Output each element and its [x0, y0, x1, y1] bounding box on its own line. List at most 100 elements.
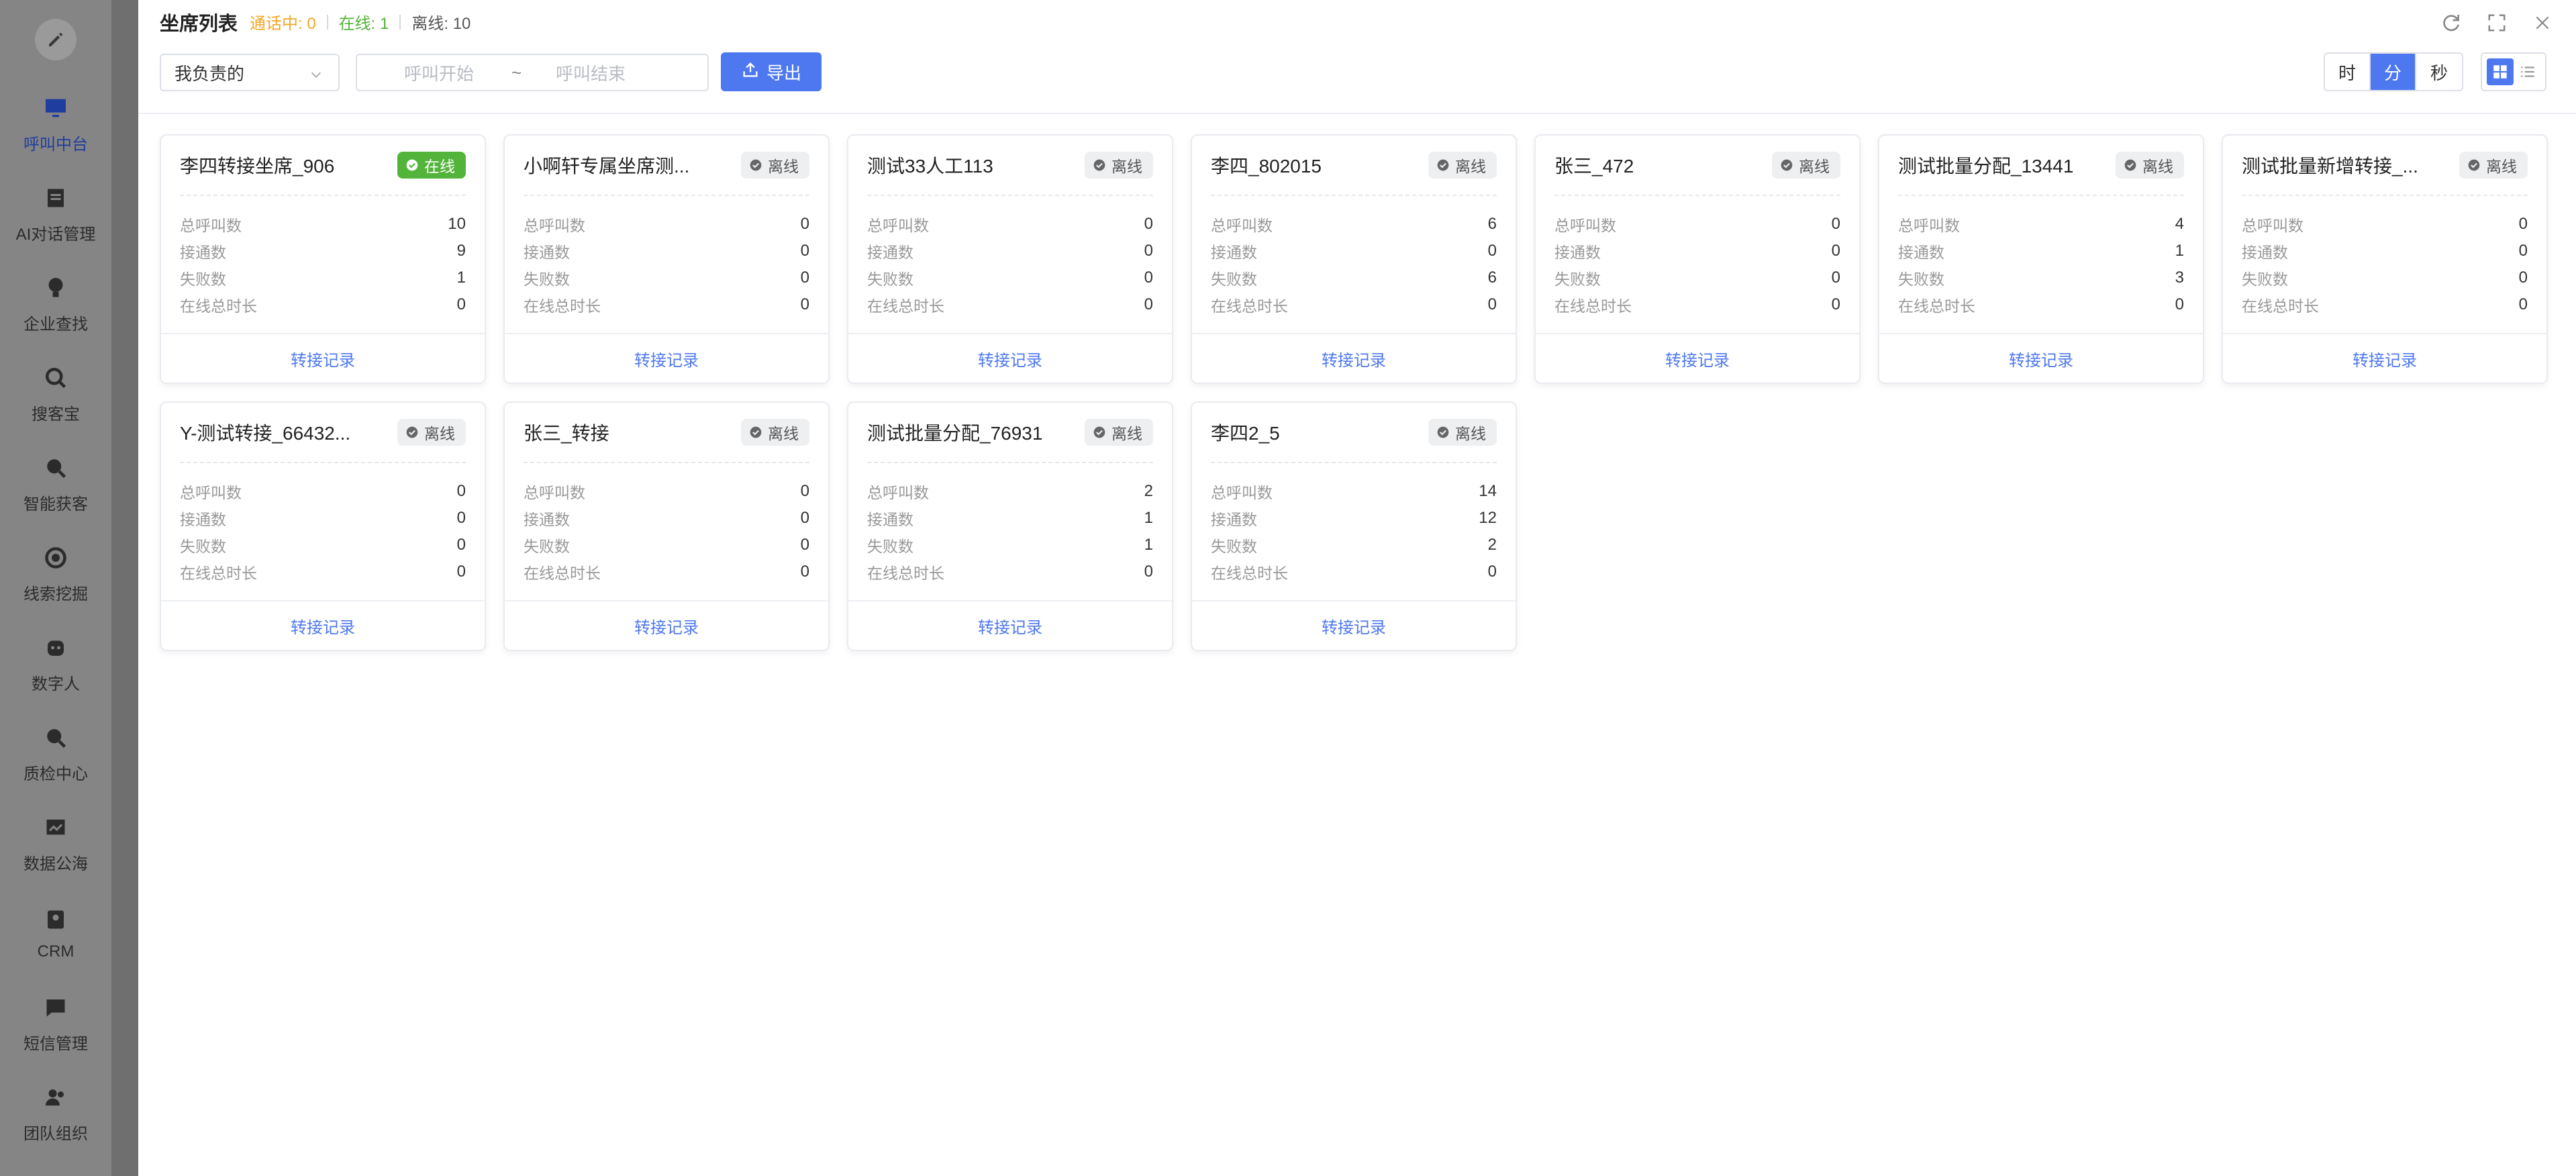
- sidebar-item-soukebao[interactable]: 搜客宝: [0, 349, 111, 439]
- call-start-input[interactable]: 呼叫开始: [404, 60, 474, 85]
- stat-label: 接通数: [1211, 511, 1257, 528]
- check-circle-icon: [1436, 426, 1450, 439]
- agent-name: 李四转接坐席_906: [180, 156, 335, 177]
- stat-connected: 接通数 0: [524, 238, 809, 264]
- transfer-record-link[interactable]: 转接记录: [848, 333, 1172, 383]
- call-date-range[interactable]: 呼叫开始 ~ 呼叫结束: [356, 54, 709, 91]
- transfer-record-link[interactable]: 转接记录: [1192, 600, 1516, 650]
- sidebar-item-smart-acquire[interactable]: 智能获客: [0, 439, 111, 529]
- sidebar-item-team[interactable]: 团队组织: [0, 1069, 111, 1159]
- stat-online-time: 在线总时长 0: [1554, 291, 1840, 318]
- export-button-label: 导出: [766, 62, 801, 83]
- stat-online-time: 在线总时长 0: [2242, 291, 2528, 318]
- stat-failed: 失败数 1: [180, 264, 466, 291]
- stat-value: 0: [1144, 295, 1153, 313]
- status-badge-label: 离线: [2142, 158, 2173, 175]
- unit-hour[interactable]: 时: [2325, 54, 2371, 90]
- stat-label: 接通数: [524, 244, 570, 261]
- agent-stats: 总呼叫数 0 接通数 0 失败数 0 在线总时长 0: [524, 211, 809, 318]
- stat-label: 总呼叫数: [867, 217, 929, 234]
- chart-icon: [42, 814, 69, 841]
- agent-card: 李四_802015 离线 总呼叫数 6 接通数 0 失败数 6 在线总时长 0 转接记录: [1191, 134, 1517, 384]
- agent-card-header: 李四2_5 离线: [1211, 403, 1497, 463]
- stat-value: 0: [1831, 295, 1840, 313]
- sidebar-item-qa-center[interactable]: 质检中心: [0, 709, 111, 799]
- agent-name: 测试批量分配_76931: [867, 423, 1043, 444]
- sidebar-item-digital-human[interactable]: 数字人: [0, 619, 111, 709]
- check-circle-icon: [1093, 426, 1106, 439]
- sidebar-item-company-search[interactable]: 企业查找: [0, 259, 111, 349]
- stat-label: 失败数: [1898, 271, 1944, 288]
- status-badge-label: 离线: [768, 425, 799, 442]
- stat-connected: 接通数 12: [1211, 505, 1497, 532]
- agent-card-header: 测试批量新增转接_... 离线: [2242, 136, 2528, 196]
- call-end-input[interactable]: 呼叫结束: [556, 60, 626, 85]
- agent-card: 测试33人工113 离线 总呼叫数 0 接通数 0 失败数 0 在线总时长 0 转接记录: [847, 134, 1173, 384]
- agent-card-grid: 李四转接坐席_906 在线 总呼叫数 10 接通数 9 失败数 1 在线总时长 0 转接…: [160, 134, 2549, 651]
- status-badge: 离线: [397, 419, 466, 446]
- talking-count: 通话中: 0: [250, 15, 316, 33]
- transfer-record-link[interactable]: 转接记录: [848, 600, 1172, 650]
- refresh-icon[interactable]: [2438, 9, 2465, 36]
- close-icon[interactable]: [2529, 9, 2556, 36]
- agent-card: 李四转接坐席_906 在线 总呼叫数 10 接通数 9 失败数 1 在线总时长 0 转接…: [160, 134, 486, 384]
- transfer-record-link[interactable]: 转接记录: [505, 600, 828, 650]
- stat-failed: 失败数 6: [1211, 264, 1497, 291]
- transfer-record-link[interactable]: 转接记录: [1192, 333, 1516, 383]
- stat-connected: 接通数 0: [2242, 238, 2528, 264]
- unit-second[interactable]: 秒: [2416, 54, 2462, 90]
- sidebar-item-data-pool[interactable]: 数据公海: [0, 799, 111, 889]
- transfer-record-link[interactable]: 转接记录: [161, 333, 485, 383]
- sidebar-item-ai-dialog[interactable]: AI对话管理: [0, 169, 111, 259]
- fullscreen-icon[interactable]: [2483, 9, 2510, 36]
- stat-label: 接通数: [524, 511, 570, 528]
- scope-select[interactable]: 我负责的: [160, 54, 340, 91]
- sidebar-item-call-center[interactable]: 呼叫中台: [0, 79, 111, 169]
- sidebar-item-sms[interactable]: 短信管理: [0, 979, 111, 1069]
- agent-name: 测试批量新增转接_...: [2242, 156, 2418, 177]
- status-badge-label: 离线: [1111, 425, 1142, 442]
- sidebar-item-crm[interactable]: CRM: [0, 889, 111, 979]
- stat-connected: 接通数 1: [867, 505, 1153, 532]
- stat-label: 在线总时长: [1211, 297, 1288, 315]
- sidebar-item-lead-mining[interactable]: 线索挖掘: [0, 529, 111, 619]
- stat-failed: 失败数 0: [867, 264, 1153, 291]
- export-button[interactable]: 导出: [721, 52, 822, 91]
- robot-icon: [42, 634, 69, 661]
- offline-count: 离线: 10: [411, 15, 471, 33]
- check-circle-icon: [1093, 158, 1106, 172]
- transfer-record-link[interactable]: 转接记录: [1536, 333, 1859, 383]
- transfer-record-link[interactable]: 转接记录: [161, 600, 485, 650]
- stat-value: 0: [456, 536, 466, 554]
- unit-minute[interactable]: 分: [2371, 54, 2416, 90]
- stat-label: 总呼叫数: [867, 484, 929, 501]
- stat-value: 0: [2518, 215, 2528, 233]
- check-circle-icon: [405, 426, 419, 439]
- stat-label: 在线总时长: [2242, 297, 2319, 315]
- contacts-icon: [42, 906, 69, 933]
- status-badge-label: 离线: [768, 158, 799, 175]
- divider: [399, 14, 401, 30]
- stat-label: 在线总时长: [867, 297, 944, 315]
- stat-connected: 接通数 0: [867, 238, 1153, 264]
- stat-value: 3: [2175, 268, 2184, 287]
- status-badge-label: 在线: [424, 158, 455, 175]
- stat-online-time: 在线总时长 0: [524, 558, 809, 585]
- stat-connected: 接通数 0: [524, 505, 809, 532]
- edit-icon[interactable]: [35, 19, 77, 60]
- document-icon: [42, 185, 69, 211]
- agent-list-drawer: 坐席列表 通话中: 0 在线: 1 离线: 10 我负责的 呼叫开始 ~ 呼叫结…: [138, 0, 2576, 1176]
- transfer-record-link[interactable]: 转接记录: [1879, 333, 2203, 383]
- agent-card-header: 测试批量分配_13441 离线: [1898, 136, 2184, 196]
- header-tools: [2438, 9, 2556, 36]
- transfer-record-link[interactable]: 转接记录: [505, 333, 828, 383]
- stat-label: 总呼叫数: [180, 217, 242, 234]
- stat-value: 0: [1144, 268, 1153, 287]
- stat-label: 总呼叫数: [524, 217, 585, 234]
- list-view-icon[interactable]: [2514, 58, 2541, 85]
- stat-failed: 失败数 1: [867, 532, 1153, 558]
- status-badge: 离线: [741, 152, 809, 179]
- transfer-record-link[interactable]: 转接记录: [2223, 333, 2546, 383]
- agent-card: 测试批量新增转接_... 离线 总呼叫数 0 接通数 0 失败数 0 在线总时长 0 转…: [2222, 134, 2548, 384]
- grid-view-icon[interactable]: [2486, 58, 2514, 85]
